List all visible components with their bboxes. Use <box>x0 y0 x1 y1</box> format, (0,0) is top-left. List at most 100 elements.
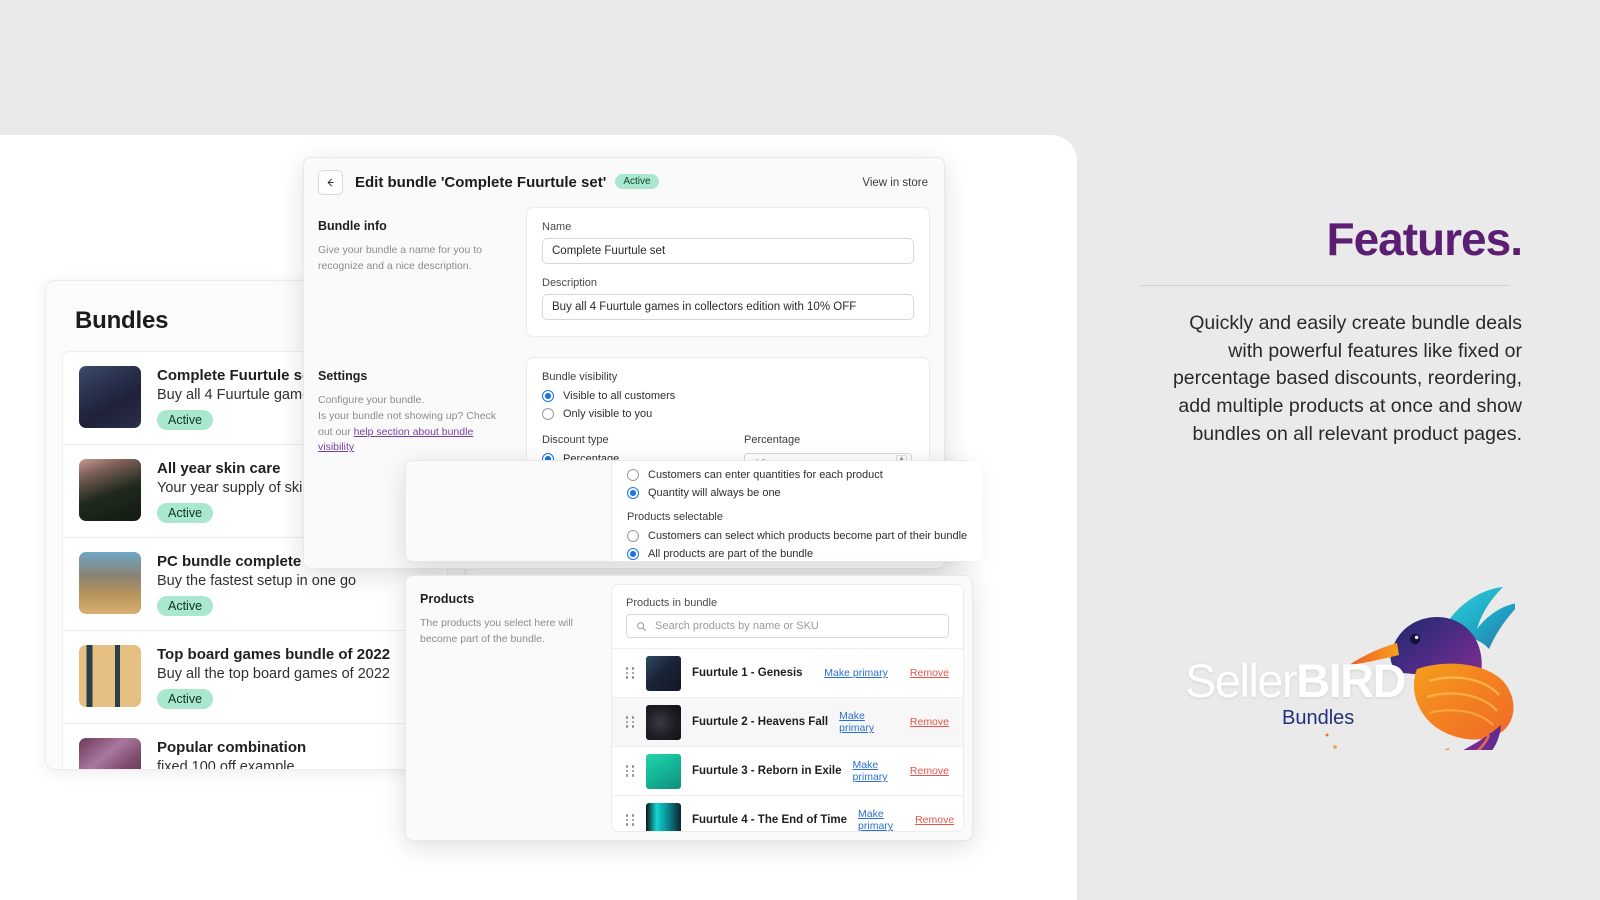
name-input[interactable]: Complete Fuurtule set <box>542 238 914 264</box>
bundle-visibility-label: Bundle visibility <box>542 371 914 383</box>
make-primary-link[interactable]: Make primary <box>858 808 893 832</box>
status-badge: Active <box>157 689 213 709</box>
description-field-label: Description <box>542 277 914 289</box>
make-primary-link[interactable]: Make primary <box>853 759 888 783</box>
quantity-card-sidebar <box>406 461 611 561</box>
edit-bundle-header: Edit bundle 'Complete Fuurtule set' Acti… <box>304 158 944 207</box>
settings-description: Configure your bundle. Is your bundle no… <box>318 393 512 456</box>
product-row[interactable]: Fuurtule 1 - Genesis Make primary Remove <box>612 648 963 697</box>
products-heading: Products <box>420 592 593 606</box>
radio-icon <box>627 487 639 499</box>
radio-label: Visible to all customers <box>563 390 675 402</box>
features-heading: Features. <box>1326 212 1522 266</box>
features-divider <box>1140 285 1510 286</box>
name-field-label: Name <box>542 221 914 233</box>
drag-handle-icon[interactable] <box>626 765 635 776</box>
bundle-list-item[interactable]: Top board games bundle of 2022 Buy all t… <box>63 631 447 724</box>
bundle-info-heading: Bundle info <box>318 219 512 233</box>
drag-handle-icon[interactable] <box>626 716 635 727</box>
status-badge: Active <box>615 174 658 189</box>
quantity-options-fields: Customers can enter quantities for each … <box>611 461 982 561</box>
radio-icon <box>542 408 554 420</box>
bundle-description: Buy all the top board games of 2022 <box>157 666 390 682</box>
features-body-text: Quickly and easily create bundle deals w… <box>1167 310 1522 448</box>
bundle-description: Buy the fastest setup in one go <box>157 573 356 589</box>
bundle-thumbnail <box>79 738 141 770</box>
bundle-description: fixed 100 off example <box>157 759 306 770</box>
bundle-thumbnail <box>79 366 141 428</box>
drag-handle-icon[interactable] <box>626 667 635 678</box>
products-in-bundle-label: Products in bundle <box>626 597 949 609</box>
bundle-info-section: Bundle info Give your bundle a name for … <box>304 207 944 337</box>
product-name: Fuurtule 4 - The End of Time <box>692 814 847 826</box>
product-row[interactable]: Fuurtule 4 - The End of Time Make primar… <box>612 795 963 832</box>
radio-only-visible-to-you[interactable]: Only visible to you <box>542 408 914 420</box>
status-badge: Active <box>157 410 213 430</box>
radio-icon <box>627 469 639 481</box>
bundle-thumbnail <box>79 459 141 521</box>
remove-link[interactable]: Remove <box>910 765 949 777</box>
radio-label: Customers can enter quantities for each … <box>648 469 883 481</box>
remove-link[interactable]: Remove <box>910 716 949 728</box>
status-badge: Active <box>157 503 213 523</box>
radio-icon <box>627 530 639 542</box>
settings-heading: Settings <box>318 369 512 383</box>
radio-label: Only visible to you <box>563 408 652 420</box>
product-row[interactable]: Fuurtule 2 - Heavens Fall Make primary R… <box>612 697 963 746</box>
products-sidebar: Products The products you select here wi… <box>406 576 611 840</box>
product-thumbnail <box>646 754 681 789</box>
discount-type-label: Discount type <box>542 434 716 446</box>
radio-quantity-always-one[interactable]: Quantity will always be one <box>627 487 967 499</box>
logo-wordmark-light: Seller <box>1185 654 1296 707</box>
arrow-left-icon[interactable] <box>318 170 343 195</box>
product-name: Fuurtule 3 - Reborn in Exile <box>692 765 842 777</box>
radio-label: Customers can select which products beco… <box>648 530 967 542</box>
products-card: Products The products you select here wi… <box>405 575 973 841</box>
status-badge: Active <box>157 596 213 616</box>
products-description: The products you select here will become… <box>420 616 593 648</box>
remove-link[interactable]: Remove <box>915 814 954 826</box>
search-icon <box>636 621 647 632</box>
bundle-info-fields: Name Complete Fuurtule set Description B… <box>526 207 930 337</box>
make-primary-link[interactable]: Make primary <box>839 710 888 734</box>
product-thumbnail <box>646 803 681 833</box>
bundle-thumbnail <box>79 552 141 614</box>
quantity-options-card: Customers can enter quantities for each … <box>405 460 973 562</box>
products-selectable-label: Products selectable <box>627 511 967 523</box>
product-thumbnail <box>646 705 681 740</box>
product-search-input[interactable]: Search products by name or SKU <box>626 614 949 638</box>
bundle-name: Popular combination <box>157 739 306 756</box>
sellerbird-logo: SellerBIRD Bundles <box>1185 575 1515 750</box>
radio-customers-enter-quantities[interactable]: Customers can enter quantities for each … <box>627 469 967 481</box>
logo-wordmark-bold: BIRD <box>1296 654 1405 707</box>
radio-label: All products are part of the bundle <box>648 548 813 560</box>
product-row[interactable]: Fuurtule 3 - Reborn in Exile Make primar… <box>612 746 963 795</box>
logo-wordmark: SellerBIRD <box>1185 653 1405 708</box>
radio-label: Quantity will always be one <box>648 487 781 499</box>
screenshot-root: Bundles Complete Fuurtule set Buy all 4 … <box>0 0 1600 900</box>
radio-all-products-in-bundle[interactable]: All products are part of the bundle <box>627 548 967 560</box>
bundle-info-sidebar: Bundle info Give your bundle a name for … <box>318 207 526 337</box>
product-name: Fuurtule 2 - Heavens Fall <box>692 716 828 728</box>
make-primary-link[interactable]: Make primary <box>824 667 888 679</box>
page-title: Edit bundle 'Complete Fuurtule set' <box>355 174 606 191</box>
radio-icon <box>542 390 554 402</box>
bundle-thumbnail <box>79 645 141 707</box>
bundle-info-description: Give your bundle a name for you to recog… <box>318 243 512 275</box>
percentage-label: Percentage <box>744 434 914 446</box>
radio-visible-to-all[interactable]: Visible to all customers <box>542 390 914 402</box>
radio-customers-select-products[interactable]: Customers can select which products beco… <box>627 530 967 542</box>
settings-description-line1: Configure your bundle. <box>318 394 424 406</box>
view-in-store-link[interactable]: View in store <box>862 177 928 189</box>
drag-handle-icon[interactable] <box>626 814 635 825</box>
radio-icon <box>627 548 639 560</box>
description-input[interactable]: Buy all 4 Fuurtule games in collectors e… <box>542 294 914 320</box>
logo-subtitle: Bundles <box>1282 707 1354 730</box>
products-in-bundle-panel: Products in bundle Search products by na… <box>611 584 964 832</box>
product-name: Fuurtule 1 - Genesis <box>692 667 803 679</box>
search-placeholder: Search products by name or SKU <box>655 620 819 632</box>
bundle-name: Top board games bundle of 2022 <box>157 646 390 663</box>
bundle-list-item[interactable]: Popular combination fixed 100 off exampl… <box>63 724 447 770</box>
remove-link[interactable]: Remove <box>910 667 949 679</box>
product-thumbnail <box>646 656 681 691</box>
